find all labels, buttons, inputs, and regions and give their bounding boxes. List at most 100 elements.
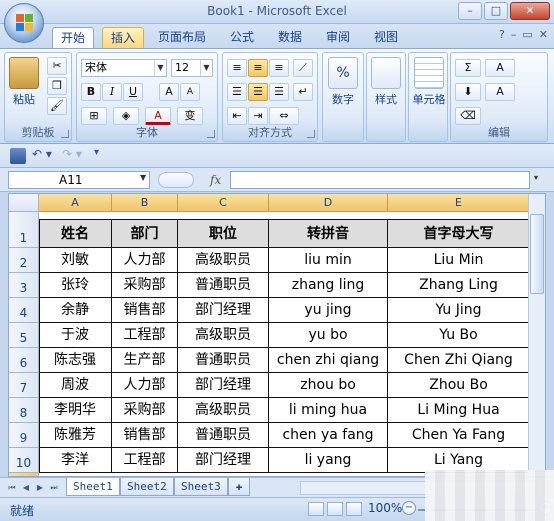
tab-review[interactable]: 审阅 bbox=[318, 27, 358, 48]
cells-button[interactable]: 单元格 bbox=[411, 57, 447, 107]
data-cell-c[interactable]: 普通职员 bbox=[178, 423, 269, 448]
data-cell-e[interactable]: Liu Min bbox=[388, 248, 530, 273]
vertical-scroll-thumb[interactable] bbox=[530, 214, 544, 294]
row-header[interactable]: 7 bbox=[9, 373, 39, 398]
next-sheet-icon[interactable]: ▶ bbox=[34, 481, 46, 494]
cut-icon[interactable]: ✂ bbox=[47, 57, 67, 75]
row-header[interactable]: 8 bbox=[9, 398, 39, 423]
data-cell-b[interactable]: 工程部 bbox=[112, 323, 178, 348]
data-cell-b[interactable]: 销售部 bbox=[112, 423, 178, 448]
number-button[interactable]: % 数字 bbox=[327, 57, 359, 107]
save-icon[interactable] bbox=[10, 148, 26, 164]
font-name-combo[interactable]: 宋体 ▼ bbox=[81, 59, 167, 77]
formula-cancel-enter-icon[interactable] bbox=[158, 172, 194, 188]
data-cell-e[interactable]: Yu Jing bbox=[388, 298, 530, 323]
data-cell-a[interactable]: 李洋 bbox=[39, 448, 112, 473]
data-cell-d[interactable]: li yang bbox=[269, 448, 388, 473]
data-cell-d[interactable]: liu min bbox=[269, 248, 388, 273]
formula-input[interactable] bbox=[230, 171, 530, 189]
insert-function-icon[interactable]: fx bbox=[210, 173, 221, 187]
page-layout-view-icon[interactable] bbox=[327, 502, 343, 516]
bold-button[interactable]: B bbox=[81, 83, 101, 101]
normal-view-icon[interactable] bbox=[308, 502, 324, 516]
align-center-icon[interactable]: ☰ bbox=[248, 83, 268, 101]
fill-down-icon[interactable]: ⬇ bbox=[455, 83, 481, 101]
italic-button[interactable]: I bbox=[102, 83, 122, 101]
ribbon-minimize-icon[interactable]: – bbox=[511, 28, 517, 41]
header-cell-d[interactable]: 转拼音 bbox=[269, 220, 388, 248]
ribbon-close-icon[interactable]: ✕ bbox=[539, 28, 548, 41]
header-cell-b[interactable]: 部门 bbox=[112, 220, 178, 248]
page-break-view-icon[interactable] bbox=[346, 502, 362, 516]
fill-color-icon[interactable]: ◈ bbox=[113, 107, 139, 125]
column-header-e[interactable]: E bbox=[388, 194, 530, 212]
data-cell-d[interactable]: yu jing bbox=[269, 298, 388, 323]
data-cell-a[interactable]: 李明华 bbox=[39, 398, 112, 423]
header-cell-a[interactable]: 姓名 bbox=[39, 220, 112, 248]
sort-filter-button[interactable]: A bbox=[485, 59, 515, 77]
data-cell-b[interactable]: 生产部 bbox=[112, 348, 178, 373]
data-cell-a[interactable]: 于波 bbox=[39, 323, 112, 348]
tab-page-layout[interactable]: 页面布局 bbox=[150, 27, 214, 48]
row-header[interactable]: 6 bbox=[9, 348, 39, 373]
row-header[interactable]: 10 bbox=[9, 448, 39, 473]
data-cell-c[interactable]: 部门经理 bbox=[178, 298, 269, 323]
close-button[interactable]: ✕ bbox=[510, 2, 550, 20]
chevron-down-icon[interactable]: ▼ bbox=[154, 60, 166, 76]
data-cell-a[interactable]: 陈雅芳 bbox=[39, 423, 112, 448]
column-header-d[interactable]: D bbox=[269, 194, 388, 212]
data-cell-e[interactable]: Li Ming Hua bbox=[388, 398, 530, 423]
column-header-c[interactable]: C bbox=[178, 194, 269, 212]
tab-data[interactable]: 数据 bbox=[270, 27, 310, 48]
wrap-text-icon[interactable]: ↵ bbox=[293, 83, 313, 101]
minimize-button[interactable]: – bbox=[458, 2, 482, 20]
insert-sheet-icon[interactable]: ✚ bbox=[228, 478, 250, 496]
tab-formulas[interactable]: 公式 bbox=[222, 27, 262, 48]
data-cell-b[interactable]: 人力部 bbox=[112, 373, 178, 398]
zoom-level[interactable]: 100% bbox=[368, 501, 402, 515]
column-header-a[interactable]: A bbox=[39, 194, 112, 212]
data-cell-a[interactable]: 周波 bbox=[39, 373, 112, 398]
last-sheet-icon[interactable]: ⏭ bbox=[48, 481, 60, 494]
data-cell-d[interactable]: zhou bo bbox=[269, 373, 388, 398]
tab-view[interactable]: 视图 bbox=[366, 27, 406, 48]
data-cell-a[interactable]: 刘敏 bbox=[39, 248, 112, 273]
phonetic-button[interactable]: 变 bbox=[177, 107, 203, 125]
row-header[interactable]: 4 bbox=[9, 298, 39, 323]
data-cell-b[interactable]: 销售部 bbox=[112, 298, 178, 323]
align-right-icon[interactable]: ☰ bbox=[269, 83, 289, 101]
prev-sheet-icon[interactable]: ◀ bbox=[20, 481, 32, 494]
row-header[interactable]: 2 bbox=[9, 248, 39, 273]
data-cell-e[interactable]: Chen Zhi Qiang bbox=[388, 348, 530, 373]
maximize-button[interactable]: □ bbox=[484, 2, 508, 20]
row-header[interactable]: 9 bbox=[9, 423, 39, 448]
borders-icon[interactable]: ⊞ bbox=[81, 107, 107, 125]
decrease-indent-icon[interactable]: ⇤ bbox=[227, 107, 247, 125]
column-header-b[interactable]: B bbox=[112, 194, 178, 212]
paste-button[interactable]: 粘贴 bbox=[9, 57, 39, 107]
header-cell-e[interactable]: 首字母大写 bbox=[388, 220, 530, 248]
clear-icon[interactable]: ⌫ bbox=[455, 107, 481, 125]
data-cell-d[interactable]: chen ya fang bbox=[269, 423, 388, 448]
align-bottom-icon[interactable]: ≡ bbox=[269, 59, 289, 77]
tab-insert[interactable]: 插入 bbox=[102, 27, 145, 48]
data-cell-e[interactable]: Chen Ya Fang bbox=[388, 423, 530, 448]
autosum-button[interactable]: Σ bbox=[455, 59, 481, 77]
orientation-icon[interactable]: ⟋ bbox=[293, 59, 313, 77]
data-cell-c[interactable]: 普通职员 bbox=[178, 273, 269, 298]
data-cell-d[interactable]: chen zhi qiang bbox=[269, 348, 388, 373]
data-cell-b[interactable]: 人力部 bbox=[112, 248, 178, 273]
row-header[interactable]: 1 bbox=[9, 212, 39, 248]
select-all-corner[interactable] bbox=[9, 194, 39, 212]
data-cell-a[interactable]: 余静 bbox=[39, 298, 112, 323]
data-cell-c[interactable]: 高级职员 bbox=[178, 398, 269, 423]
redo-icon[interactable]: ↷ ▾ bbox=[62, 147, 82, 161]
data-cell-c[interactable]: 部门经理 bbox=[178, 373, 269, 398]
data-cell-b[interactable]: 采购部 bbox=[112, 398, 178, 423]
clipboard-dialog-launcher-icon[interactable] bbox=[61, 130, 69, 138]
format-painter-icon[interactable]: 🖌 bbox=[47, 97, 67, 115]
find-select-button[interactable]: A bbox=[485, 83, 515, 101]
header-cell-c[interactable]: 职位 bbox=[178, 220, 269, 248]
undo-icon[interactable]: ↶ ▾ bbox=[32, 147, 52, 161]
sheet-tab-3[interactable]: Sheet3 bbox=[174, 478, 228, 496]
